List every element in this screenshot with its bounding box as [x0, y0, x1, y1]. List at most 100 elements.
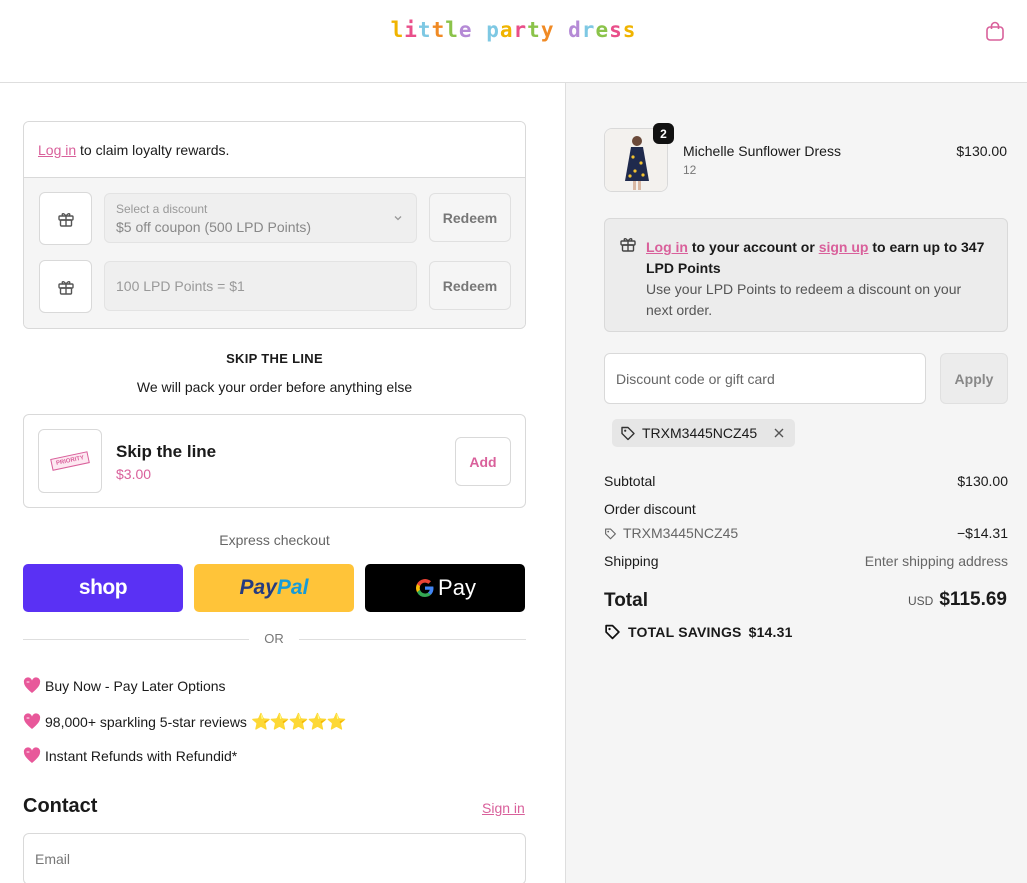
discount-code-row: TRXM3445NCZ45 −$14.31 [604, 525, 1008, 543]
loyalty-earn-text: Log in to your account or sign up to ear… [646, 237, 996, 279]
logo-letter: l [445, 18, 459, 42]
subtotal-label: Subtotal [604, 473, 656, 489]
pink-heart-icon [23, 677, 41, 693]
paypal-pay-text: Pay [239, 576, 277, 599]
tag-icon [605, 624, 620, 640]
logo-letter [554, 18, 568, 42]
chevron-down-icon [394, 216, 402, 221]
logo-letter: d [568, 18, 582, 42]
gift-icon [39, 192, 92, 245]
google-g-icon [416, 579, 434, 597]
account-login-link[interactable]: Log in [646, 239, 688, 255]
logo-letter: l [390, 18, 405, 42]
subtotal-value: $130.00 [957, 473, 1008, 489]
logo-letter: i [404, 18, 418, 42]
skip-line-product-name: Skip the line [116, 442, 217, 461]
skip-line-card: PRIORITY Skip the line $3.00 Add [23, 414, 526, 508]
loyalty-earn-subtext: Use your LPD Points to redeem a discount… [646, 281, 962, 318]
shop-pay-button[interactable]: shop [23, 564, 183, 612]
priority-sticker-text: PRIORITY [49, 451, 91, 471]
logo-letter: t [431, 18, 446, 42]
order-discount-label: Order discount [604, 501, 696, 517]
logo-letter: e [458, 18, 473, 42]
perk-item: 98,000+ sparkling 5-star reviews ⭐⭐⭐⭐⭐ [23, 712, 347, 732]
contact-heading: Contact [23, 795, 98, 817]
logo-letter: p [486, 18, 500, 42]
discount-select[interactable]: Select a discount $5 off coupon (500 LPD… [104, 193, 417, 243]
remove-code-icon[interactable] [773, 427, 785, 439]
loyalty-earn-notice: Log in to your account or sign up to ear… [604, 218, 1008, 332]
add-skip-line-button[interactable]: Add [455, 437, 511, 486]
logo-letter: r [513, 18, 528, 42]
total-value: $115.69 [939, 589, 1007, 610]
discount-select-value: $5 off coupon (500 LPD Points) [116, 219, 312, 235]
loyalty-login-prompt: Log in to claim loyalty rewards. [24, 122, 525, 178]
total-label: Total [604, 590, 648, 611]
login-link[interactable]: Log in [38, 142, 76, 158]
discount-code-text: TRXM3445NCZ45 [623, 525, 739, 541]
or-divider-label: OR [249, 631, 299, 646]
five-star-icons: ⭐⭐⭐⭐⭐ [250, 714, 347, 731]
pink-heart-icon [23, 713, 41, 729]
logo-letter [473, 18, 487, 42]
perk-item: Buy Now - Pay Later Options [23, 677, 226, 695]
gift-icon [620, 238, 636, 252]
paypal-pal-text: Pal [276, 576, 309, 599]
subtotal-row: Subtotal $130.00 [604, 473, 1008, 489]
logo-letter: s [609, 18, 623, 42]
discount-code-label: TRXM3445NCZ45 [604, 525, 738, 541]
discount-code-input[interactable]: Discount code or gift card [604, 353, 926, 404]
checkout-main: Log in to claim loyalty rewards. Select … [0, 83, 565, 883]
loyalty-panel: Log in to claim loyalty rewards. Select … [23, 121, 526, 329]
perk-text: 98,000+ sparkling 5-star reviews [45, 714, 247, 730]
product-name: Michelle Sunflower Dress [683, 143, 841, 159]
currency-code: USD [908, 594, 934, 608]
priority-sticker-image: PRIORITY [38, 429, 102, 493]
logo-letter: t [527, 18, 541, 42]
logo-letter: y [540, 18, 555, 42]
total-amount: USD $115.69 [908, 589, 1007, 611]
paypal-button[interactable]: Pay Pal [194, 564, 354, 612]
perk-text: Instant Refunds with Refundid* [45, 748, 238, 764]
loyalty-redeem-area: Select a discount $5 off coupon (500 LPD… [24, 178, 525, 328]
express-checkout-label: Express checkout [219, 532, 330, 548]
loyalty-login-text: to claim loyalty rewards. [76, 142, 230, 158]
redeem-coupon-button[interactable]: Redeem [429, 193, 511, 242]
google-pay-label: Pay [438, 575, 476, 600]
logo-letter: e [595, 18, 610, 42]
product-variant: 12 [683, 163, 697, 177]
order-summary: 2 Michelle Sunflower Dress 12 $130.00 Lo… [565, 83, 1027, 883]
sign-up-link[interactable]: sign up [819, 239, 869, 255]
quantity-badge: 2 [653, 123, 674, 144]
applied-code-text: TRXM3445NCZ45 [642, 425, 758, 441]
logo-letter: r [581, 18, 596, 42]
discount-select-label: Select a discount [116, 202, 208, 216]
skip-line-subtitle: We will pack your order before anything … [136, 379, 413, 395]
shopping-bag-icon[interactable] [984, 20, 1006, 42]
apply-discount-button[interactable]: Apply [940, 353, 1008, 404]
google-pay-button[interactable]: Pay [365, 564, 525, 612]
perk-item: Instant Refunds with Refundid* [23, 747, 237, 765]
perk-text: Buy Now - Pay Later Options [45, 678, 226, 694]
applied-code-chip: TRXM3445NCZ45 [612, 419, 796, 447]
shop-pay-label: shop [78, 576, 128, 599]
tag-icon [621, 426, 635, 441]
logo-letter: a [499, 18, 514, 42]
sign-in-link[interactable]: Sign in [482, 800, 525, 816]
tag-icon [605, 527, 616, 539]
discount-value: −$14.31 [957, 525, 1008, 541]
savings-value: $14.31 [748, 623, 793, 640]
store-logo[interactable]: little party dress [0, 18, 1027, 42]
redeem-points-button[interactable]: Redeem [429, 261, 511, 310]
shipping-label: Shipping [604, 553, 659, 569]
shipping-row: Shipping Enter shipping address [604, 553, 1008, 569]
logo-letter: t [417, 18, 432, 42]
order-discount-row: Order discount [604, 501, 1008, 517]
logo-letter: s [622, 18, 637, 42]
gift-icon [39, 260, 92, 313]
skip-line-heading: SKIP THE LINE [226, 351, 323, 366]
product-price: $130.00 [956, 143, 1007, 159]
points-input[interactable]: 100 LPD Points = $1 [104, 261, 417, 311]
savings-label: TOTAL SAVINGS [628, 623, 742, 640]
email-field[interactable]: Email [23, 833, 526, 883]
